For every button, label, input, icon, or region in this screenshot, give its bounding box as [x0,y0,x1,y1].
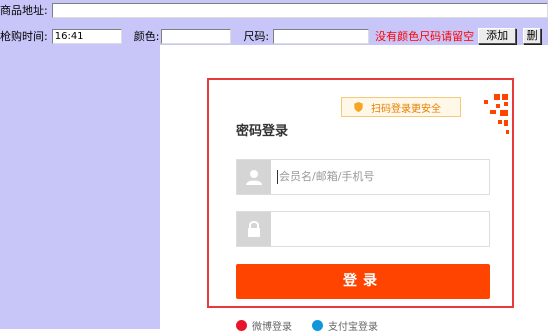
alipay-login-link[interactable]: 支付宝登录 [312,318,378,333]
username-input[interactable]: 会员名/邮箱/手机号 [279,160,374,194]
alipay-icon [312,320,323,331]
product-url-label: 商品地址: [0,4,48,17]
text-caret [277,170,278,184]
product-url-row: 商品地址: [0,0,548,20]
username-field[interactable]: 会员名/邮箱/手机号 [236,159,490,195]
alipay-login-label: 支付宝登录 [328,322,378,333]
product-url-input[interactable] [51,2,548,18]
lock-icon [237,212,271,246]
password-field[interactable] [236,211,490,247]
add-button[interactable]: 添加 [478,28,517,44]
size-label: 尺码: [243,30,270,43]
weibo-login-label: 微博登录 [252,322,292,333]
color-label: 颜色: [133,30,160,43]
size-input[interactable] [273,28,370,44]
weibo-icon [236,320,247,331]
empty-hint-text: 没有颜色尺码请留空 [375,30,475,43]
login-title: 密码登录 [236,124,289,139]
delete-button[interactable]: 删 [523,28,542,44]
user-icon [237,160,271,194]
rush-time-label: 枪购时间: [0,30,48,43]
options-row: 枪购时间: 16:41 颜色: 尺码: 没有颜色尺码请留空 添加 删 [0,26,548,46]
weibo-login-link[interactable]: 微博登录 [236,318,292,333]
shield-icon [354,102,363,112]
qr-login-tip[interactable]: 扫码登录更安全 [341,97,461,117]
rush-time-input[interactable]: 16:41 [51,28,122,44]
qr-code-icon[interactable] [476,92,510,136]
web-left-margin [0,45,160,329]
qr-tip-text: 扫码登录更安全 [371,103,441,115]
login-button[interactable]: 登录 [236,264,490,299]
color-input[interactable] [161,28,232,44]
